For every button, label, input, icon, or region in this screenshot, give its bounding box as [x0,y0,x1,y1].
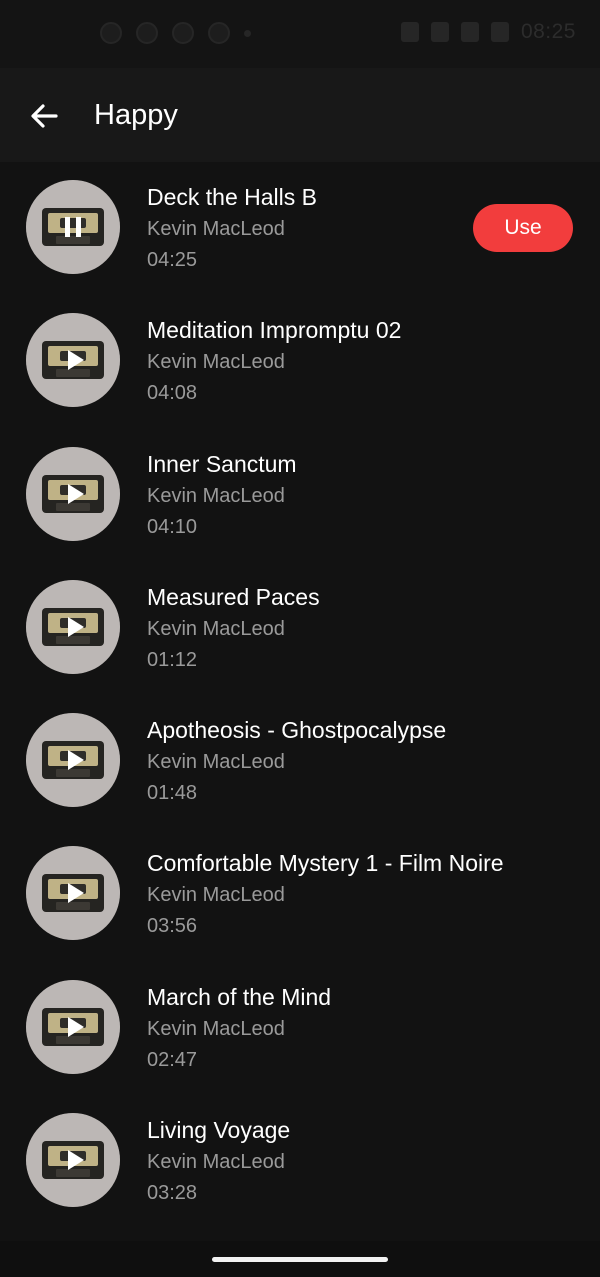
track-title: Comfortable Mystery 1 - Film Noire [147,850,504,877]
track-duration: 04:10 [147,515,198,538]
arrow-left-icon[interactable] [24,96,64,136]
notification-icons [100,22,251,44]
track-duration: 03:28 [147,1182,198,1205]
track-thumbnail[interactable] [26,579,120,674]
track-row[interactable]: Meditation Impromptu 02 Kevin MacLeod 04… [0,295,600,428]
play-icon[interactable] [68,616,84,637]
track-duration: 01:48 [147,782,198,805]
track-thumbnail[interactable] [26,979,120,1074]
status-time: 08:25 [520,20,576,43]
play-icon[interactable] [68,350,84,371]
track-duration: 04:08 [147,382,198,405]
track-duration: 03:56 [147,915,198,938]
play-icon[interactable] [68,483,84,504]
track-title: Measured Paces [147,583,320,610]
battery-icon [490,22,509,42]
navigation-bar [0,1241,600,1277]
track-artist: Kevin MacLeod [147,351,285,374]
track-thumbnail[interactable] [26,846,120,941]
track-artist: Kevin MacLeod [147,884,285,907]
track-thumbnail[interactable] [26,1113,120,1208]
track-duration: 01:12 [147,648,198,671]
track-list: Deck the Halls B Kevin MacLeod 04:25 Use… [0,162,600,1228]
track-thumbnail[interactable] [26,446,120,541]
track-row[interactable]: Deck the Halls B Kevin MacLeod 04:25 Use [0,162,600,295]
page-title: Happy [94,99,178,131]
app-icon [136,22,158,44]
use-button[interactable]: Use [473,204,573,252]
track-thumbnail[interactable] [26,713,120,808]
play-icon[interactable] [68,883,84,904]
track-row[interactable]: Inner Sanctum Kevin MacLeod 04:10 [0,429,600,562]
track-artist: Kevin MacLeod [147,218,285,240]
system-icons: 08:25 [400,20,576,44]
more-notifications-icon [244,29,251,37]
track-duration: 04:25 [147,249,198,271]
app-icon [172,22,194,44]
track-row[interactable]: March of the Mind Kevin MacLeod 02:47 [0,962,600,1095]
track-thumbnail[interactable] [26,180,120,274]
app-icon [208,22,230,44]
track-artist: Kevin MacLeod [147,1017,285,1040]
track-row[interactable]: Comfortable Mystery 1 - Film Noire Kevin… [0,828,600,961]
track-artist: Kevin MacLeod [147,1151,285,1174]
signal-icon [460,22,479,42]
vibrate-icon [400,22,419,42]
track-row[interactable]: Living Voyage Kevin MacLeod 03:28 [0,1095,600,1228]
play-icon[interactable] [68,1150,84,1171]
messenger-icon [100,22,122,44]
track-title: Deck the Halls B [147,184,318,210]
track-artist: Kevin MacLeod [147,617,285,640]
track-title: Apotheosis - Ghostpocalypse [147,717,447,744]
wifi-icon [430,22,449,42]
app-bar: Happy [0,68,600,162]
track-title: Meditation Impromptu 02 [147,317,402,344]
track-row[interactable]: Measured Paces Kevin MacLeod 01:12 [0,562,600,695]
home-gesture-handle[interactable] [212,1257,388,1262]
play-icon[interactable] [68,1016,84,1037]
track-title: Inner Sanctum [147,450,297,477]
track-artist: Kevin MacLeod [147,484,285,507]
status-bar: 08:25 [0,0,600,68]
track-title: Living Voyage [147,1117,291,1144]
track-row[interactable]: Apotheosis - Ghostpocalypse Kevin MacLeo… [0,695,600,828]
track-artist: Kevin MacLeod [147,751,285,774]
pause-icon[interactable] [65,217,81,237]
play-icon[interactable] [68,750,84,771]
track-duration: 02:47 [147,1048,198,1071]
track-title: March of the Mind [147,983,332,1010]
track-thumbnail[interactable] [26,313,120,408]
